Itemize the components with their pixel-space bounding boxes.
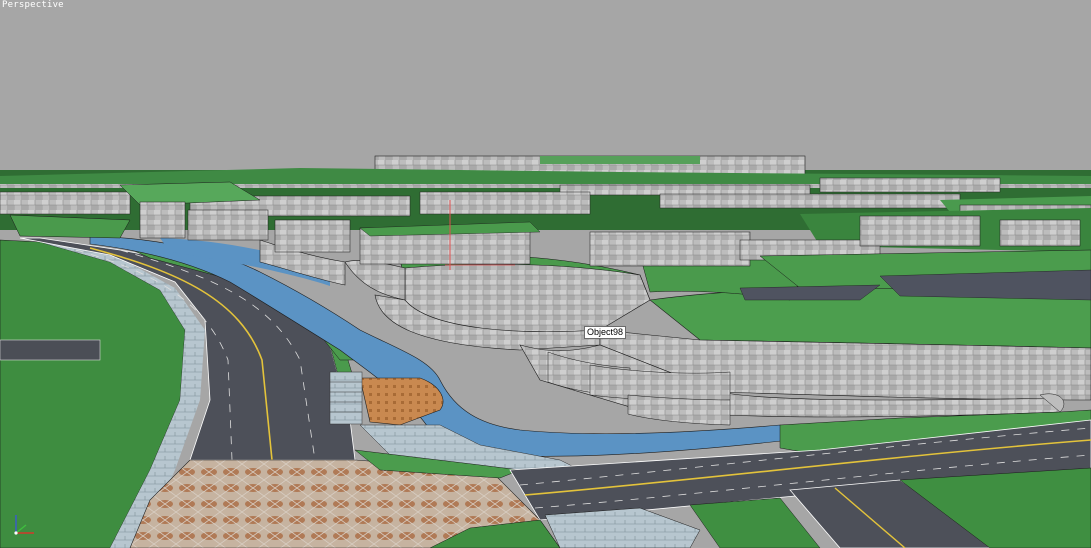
- lawn-bottom-center: [689, 497, 821, 548]
- axis-tripod-icon: [14, 515, 34, 535]
- viewport-label[interactable]: Perspective: [2, 0, 64, 10]
- riverside-steps: [329, 371, 363, 425]
- sky-background: [0, 0, 1091, 175]
- bridge-deck: [544, 507, 701, 548]
- object-tooltip: Object98: [584, 326, 627, 339]
- road-stub-left: [0, 339, 101, 361]
- perspective-viewport[interactable]: Perspective Object98: [0, 0, 1091, 548]
- 3d-scene-render[interactable]: [0, 0, 1091, 548]
